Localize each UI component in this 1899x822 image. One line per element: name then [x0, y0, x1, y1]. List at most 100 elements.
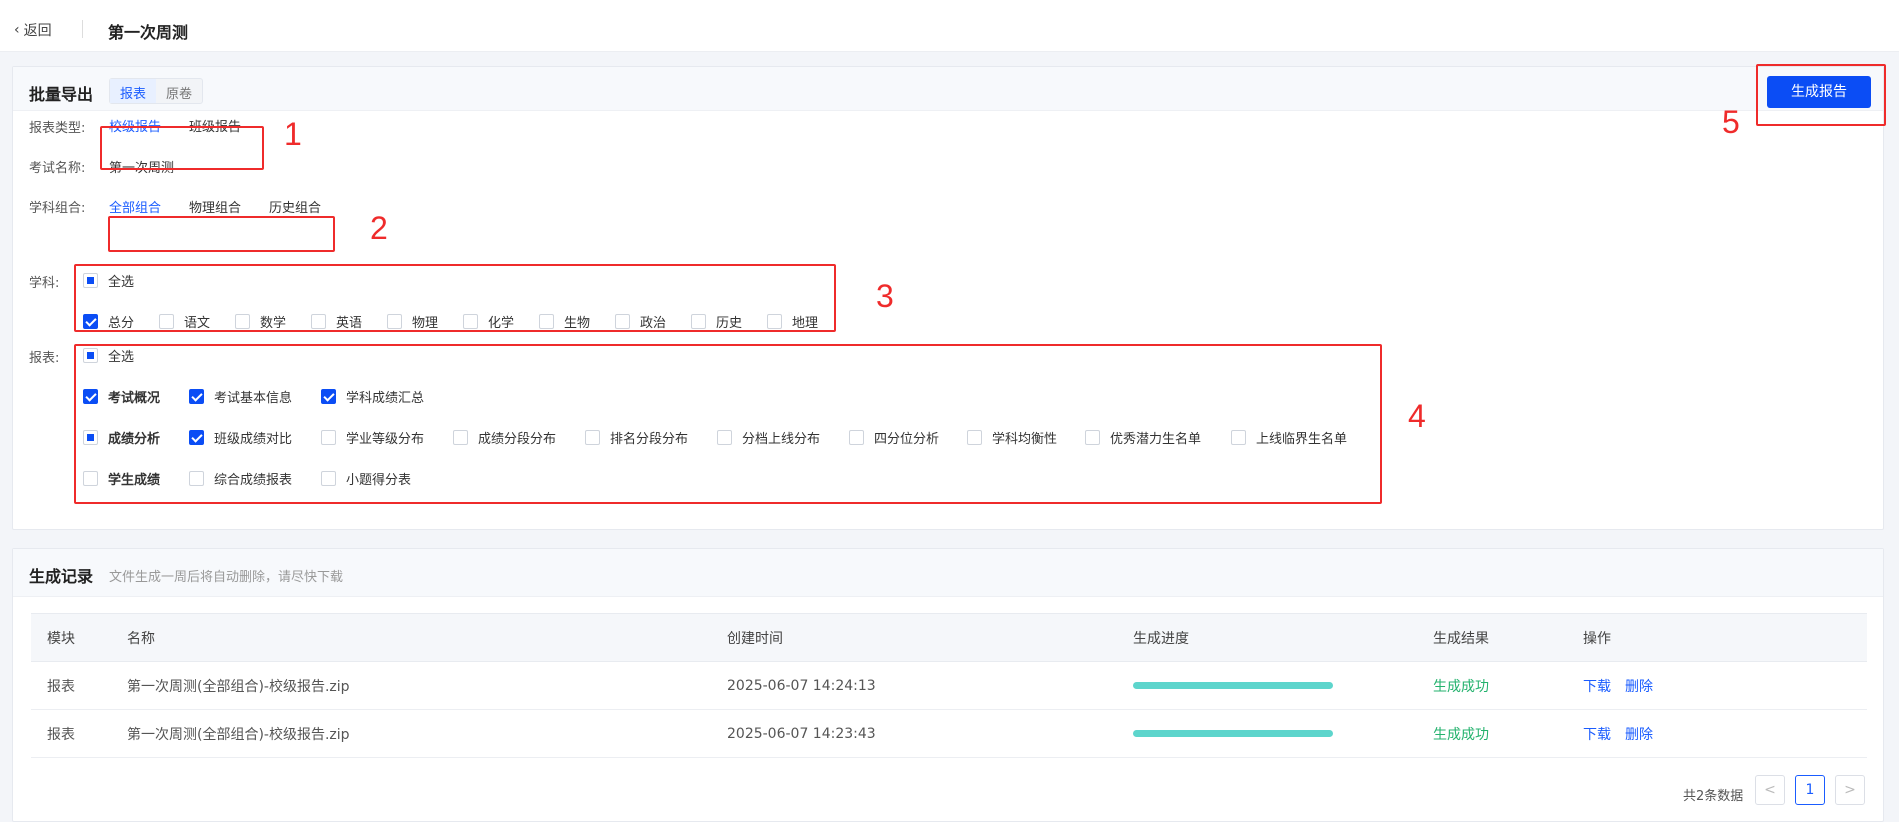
- subject-label: 物理: [412, 316, 439, 331]
- report-label: 上线临界生名单: [1256, 432, 1348, 447]
- checkbox-icon: [189, 471, 204, 486]
- report-class-compare[interactable]: 班级成绩对比: [189, 428, 292, 447]
- report-type-label: 报表类型:: [29, 121, 86, 136]
- col-created: 创建时间: [711, 613, 1117, 662]
- table-row: 报表 第一次周测(全部组合)-校级报告.zip 2025-06-07 14:24…: [31, 661, 1867, 710]
- subject-label: 生物: [564, 316, 591, 331]
- checkbox-icon: [387, 314, 402, 329]
- subject-chemistry[interactable]: 化学: [463, 312, 514, 331]
- report-exam-basic-info[interactable]: 考试基本信息: [189, 387, 292, 406]
- table-row: 报表 第一次周测(全部组合)-校级报告.zip 2025-06-07 14:23…: [31, 709, 1867, 758]
- subject-geography[interactable]: 地理: [767, 312, 818, 331]
- tab-original[interactable]: 原卷: [156, 79, 202, 103]
- subjects-select-all[interactable]: 全选: [83, 271, 134, 290]
- checkbox-partial-icon: [83, 348, 98, 363]
- report-subject-summary[interactable]: 学科成绩汇总: [321, 387, 424, 406]
- records-header: 生成记录 文件生成一周后将自动删除，请尽快下载: [13, 549, 1883, 597]
- subject-label: 总分: [108, 316, 135, 331]
- pagination-next-button[interactable]: >: [1835, 775, 1865, 805]
- pagination-page-1[interactable]: 1: [1795, 775, 1825, 805]
- report-grade-level-dist[interactable]: 学业等级分布: [321, 428, 424, 447]
- tab-report[interactable]: 报表: [110, 79, 157, 103]
- subject-biology[interactable]: 生物: [539, 312, 590, 331]
- progress-bar: [1133, 730, 1333, 737]
- report-subject-balance[interactable]: 学科均衡性: [967, 428, 1057, 447]
- report-tier-line-dist[interactable]: 分档上线分布: [717, 428, 820, 447]
- report-label: 学科均衡性: [992, 432, 1058, 447]
- cell-progress: [1117, 661, 1417, 710]
- report-score-segment-dist[interactable]: 成绩分段分布: [453, 428, 556, 447]
- select-all-label: 全选: [108, 275, 135, 290]
- checkbox-icon: [615, 314, 630, 329]
- subject-total[interactable]: 总分: [83, 312, 134, 331]
- annotation-number-5: 5: [1722, 104, 1740, 140]
- annotation-number-4: 4: [1408, 398, 1426, 434]
- exam-name-label: 考试名称:: [29, 161, 86, 176]
- cell-actions: 下载 删除: [1567, 661, 1867, 710]
- group-score-analysis[interactable]: 成绩分析: [83, 428, 160, 447]
- checkbox-checked-icon: [189, 389, 204, 404]
- option-class-report[interactable]: 班级报告: [189, 116, 241, 135]
- col-progress: 生成进度: [1117, 613, 1417, 662]
- checkbox-icon: [321, 430, 336, 445]
- annotation-number-3: 3: [876, 278, 894, 314]
- checkbox-icon: [235, 314, 250, 329]
- option-school-report[interactable]: 校级报告: [109, 116, 161, 135]
- report-potential-list[interactable]: 优秀潜力生名单: [1085, 428, 1201, 447]
- checkbox-icon: [691, 314, 706, 329]
- cell-name: 第一次周测(全部组合)-校级报告.zip: [111, 709, 711, 758]
- report-quartile[interactable]: 四分位分析: [849, 428, 939, 447]
- report-rank-segment-dist[interactable]: 排名分段分布: [585, 428, 688, 447]
- annotation-number-1: 1: [284, 116, 302, 152]
- option-physics-group[interactable]: 物理组合: [189, 197, 241, 216]
- cell-created: 2025-06-07 14:23:43: [711, 709, 1117, 758]
- checkbox-icon: [849, 430, 864, 445]
- checkbox-icon: [767, 314, 782, 329]
- report-borderline-list[interactable]: 上线临界生名单: [1231, 428, 1347, 447]
- generate-report-button[interactable]: 生成报告: [1767, 76, 1871, 108]
- checkbox-icon: [1231, 430, 1246, 445]
- option-history-group[interactable]: 历史组合: [269, 197, 321, 216]
- report-label: 学科成绩汇总: [346, 391, 425, 406]
- checkbox-partial-icon: [83, 430, 98, 445]
- cell-name: 第一次周测(全部组合)-校级报告.zip: [111, 661, 711, 710]
- report-comprehensive[interactable]: 综合成绩报表: [189, 469, 292, 488]
- download-link[interactable]: 下载: [1583, 727, 1611, 743]
- chevron-left-icon: ‹: [14, 22, 20, 38]
- download-link[interactable]: 下载: [1583, 679, 1611, 695]
- reports-select-all[interactable]: 全选: [83, 346, 134, 365]
- cell-result: 生成成功: [1417, 661, 1567, 710]
- checkbox-icon: [453, 430, 468, 445]
- back-button[interactable]: ‹ 返回: [14, 20, 52, 40]
- subject-physics[interactable]: 物理: [387, 312, 438, 331]
- checkbox-checked-icon: [321, 389, 336, 404]
- checkbox-checked-icon: [189, 430, 204, 445]
- subject-politics[interactable]: 政治: [615, 312, 666, 331]
- checkbox-icon: [83, 471, 98, 486]
- pagination-prev-button[interactable]: <: [1755, 775, 1785, 805]
- back-label: 返回: [23, 23, 52, 39]
- subject-history[interactable]: 历史: [691, 312, 742, 331]
- delete-link[interactable]: 删除: [1625, 679, 1653, 695]
- subject-english[interactable]: 英语: [311, 312, 362, 331]
- subject-label: 历史: [716, 316, 743, 331]
- report-question-scores[interactable]: 小题得分表: [321, 469, 411, 488]
- checkbox-icon: [1085, 430, 1100, 445]
- delete-link[interactable]: 删除: [1625, 727, 1653, 743]
- records-title: 生成记录: [29, 567, 94, 586]
- checkbox-icon: [717, 430, 732, 445]
- group-student-scores[interactable]: 学生成绩: [83, 469, 160, 488]
- option-all-groups[interactable]: 全部组合: [109, 197, 161, 216]
- divider: [82, 20, 83, 38]
- report-label: 考试基本信息: [214, 391, 293, 406]
- subject-chinese[interactable]: 语文: [159, 312, 210, 331]
- reports-label: 报表:: [29, 351, 60, 366]
- report-label: 综合成绩报表: [214, 473, 293, 488]
- records-subtitle: 文件生成一周后将自动删除，请尽快下载: [109, 570, 344, 585]
- subject-group-label: 学科组合:: [29, 201, 86, 216]
- group-label: 考试概况: [108, 391, 161, 406]
- group-exam-overview[interactable]: 考试概况: [83, 387, 160, 406]
- subject-math[interactable]: 数学: [235, 312, 286, 331]
- table-header-row: 模块 名称 创建时间 生成进度 生成结果 操作: [31, 613, 1867, 662]
- export-mode-tabs: 报表 原卷: [109, 78, 204, 104]
